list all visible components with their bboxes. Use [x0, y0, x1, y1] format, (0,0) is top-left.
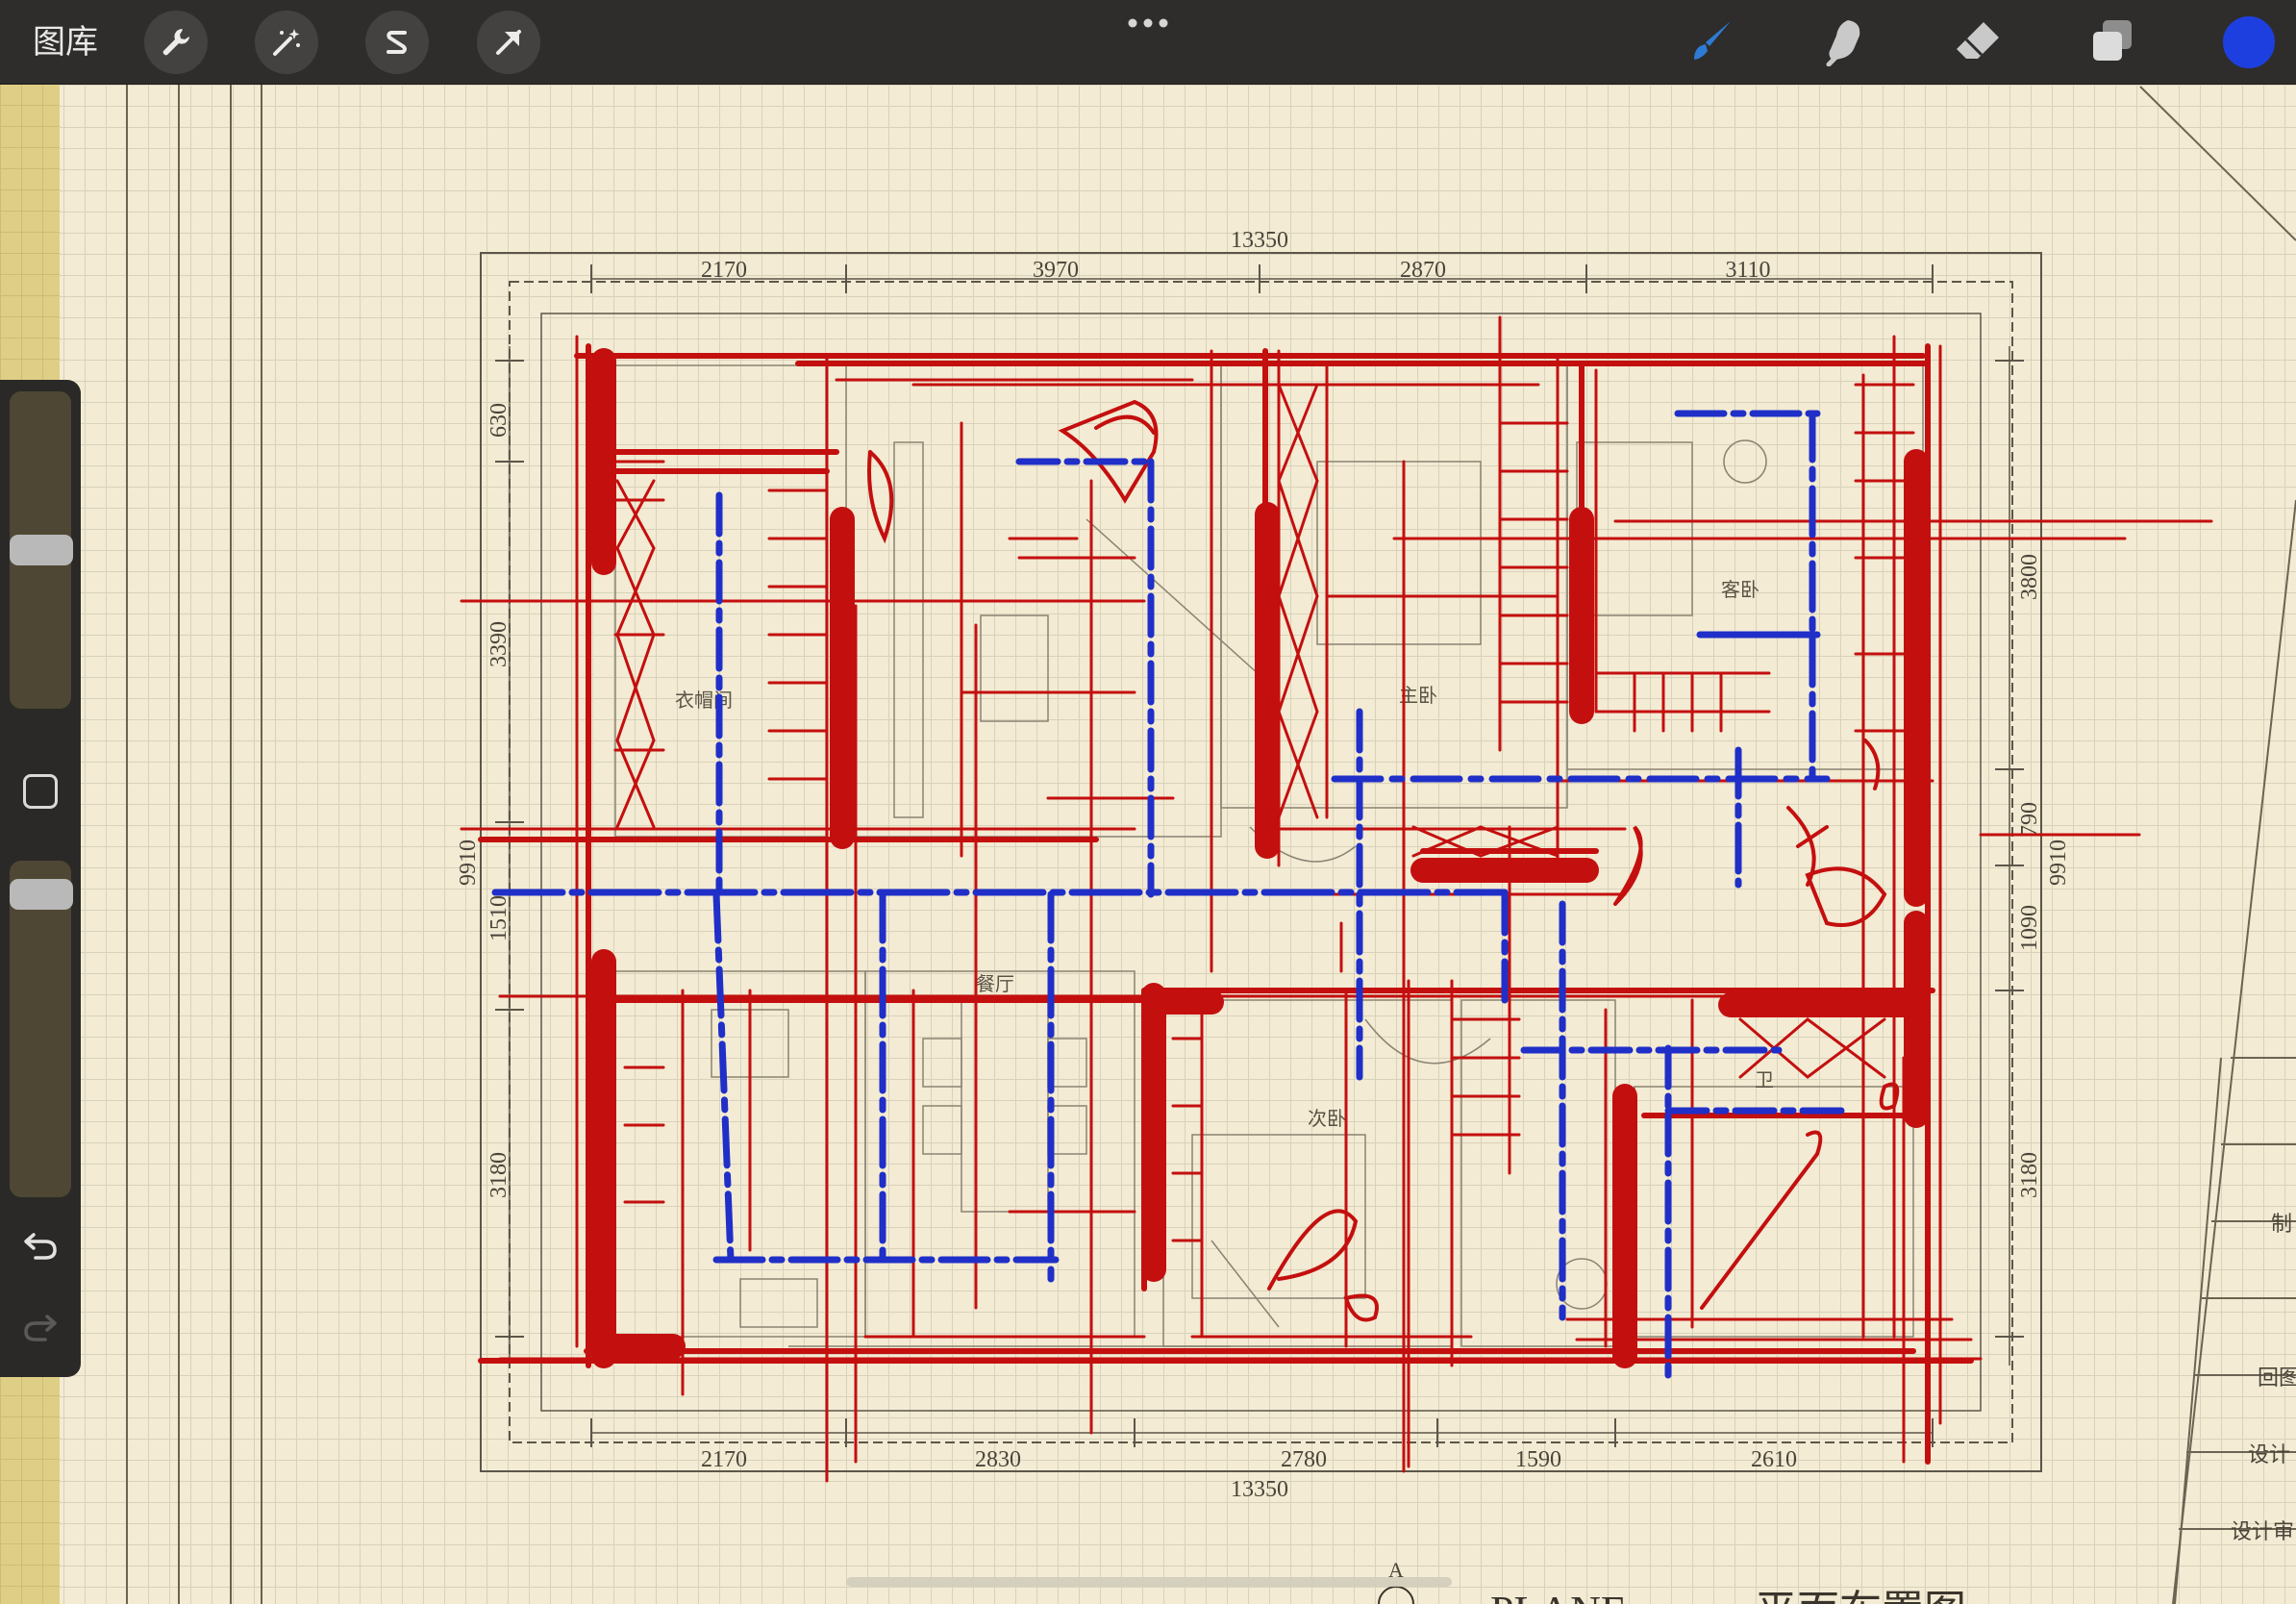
opacity-slider[interactable] — [10, 861, 71, 1197]
opacity-thumb[interactable] — [10, 879, 73, 911]
dim-bottom-1: 2170 — [701, 1447, 747, 1472]
actions-button[interactable] — [144, 11, 208, 74]
room-label-second: 次卧 — [1308, 1108, 1346, 1130]
smudge-finger-icon — [1826, 20, 1860, 66]
dim-right-4: 3180 — [2017, 1152, 2042, 1198]
square-icon[interactable] — [23, 774, 58, 809]
ellipsis-icon[interactable] — [1125, 13, 1171, 33]
drawing-canvas[interactable]: 13350 2170 3970 2870 3110 2170 2830 2780… — [0, 0, 2296, 1604]
dim-top-4: 3110 — [1725, 258, 1770, 283]
paintbrush-icon — [1694, 21, 1731, 60]
dim-top-1: 2170 — [701, 258, 747, 283]
undo-button[interactable] — [19, 1224, 62, 1266]
dim-bottom-total: 13350 — [1231, 1477, 1288, 1502]
selection-s-icon — [387, 31, 407, 54]
blue-ink-strokes — [491, 410, 1855, 1379]
dim-left-3: 1510 — [487, 895, 512, 941]
undo-arrow-icon — [24, 1233, 57, 1260]
plan-title-block: A PLANE 平面布置图 — [1378, 1558, 1966, 1604]
red-ink-strokes — [460, 315, 2213, 1483]
brush-size-thumb[interactable] — [10, 535, 73, 565]
layers-icon — [2093, 20, 2132, 61]
left-sidebar — [0, 380, 81, 1377]
dim-top-2: 3970 — [1033, 258, 1079, 283]
title-block-rows: 制 回图 设计 设计审 — [2231, 1212, 2296, 1543]
smudge-tool-button[interactable] — [1816, 13, 1872, 69]
dim-top-total: 13350 — [1231, 228, 1288, 253]
arrow-cursor-icon — [496, 30, 521, 55]
title-block-row-3: 设计 — [2248, 1442, 2290, 1466]
dim-left-1: 630 — [487, 403, 512, 438]
room-label-dining: 餐厅 — [976, 973, 1014, 995]
plan-title: 平面布置图 — [1755, 1588, 1966, 1604]
room-label-bath: 卫 — [1755, 1070, 1774, 1091]
layers-button[interactable] — [2084, 13, 2140, 69]
plan-label-en: PLANE — [1490, 1588, 1627, 1604]
selection-button[interactable] — [365, 11, 429, 74]
dim-right-1: 3800 — [2017, 554, 2042, 600]
dim-left-4: 3180 — [487, 1152, 512, 1198]
room-label-guest: 客卧 — [1721, 579, 1759, 601]
color-swatch-icon[interactable] — [2220, 13, 2278, 71]
title-block-row-2: 回图 — [2258, 1366, 2296, 1390]
room-label-closet: 衣帽间 — [675, 689, 733, 712]
dim-bottom-3: 2780 — [1281, 1447, 1327, 1472]
dim-bottom-4: 1590 — [1515, 1447, 1561, 1472]
dim-left-total: 9910 — [456, 840, 481, 886]
magic-wand-icon — [273, 29, 300, 56]
dim-bottom-2: 2830 — [975, 1447, 1021, 1472]
dim-left-2: 3390 — [487, 621, 512, 667]
brush-tool-button[interactable] — [1684, 13, 1739, 69]
title-block-row-1: 制 — [2271, 1212, 2292, 1236]
adjustments-button[interactable] — [255, 11, 318, 74]
title-block-row-4: 设计审 — [2231, 1519, 2294, 1543]
floor-plan-drawing: 13350 2170 3970 2870 3110 2170 2830 2780… — [126, 84, 2296, 1604]
transform-button[interactable] — [477, 11, 540, 74]
dim-bottom-5: 2610 — [1751, 1447, 1797, 1472]
home-indicator[interactable] — [846, 1577, 1452, 1587]
gallery-button[interactable]: 图库 — [33, 21, 98, 63]
dim-top-3: 2870 — [1400, 258, 1446, 283]
eraser-icon — [1957, 22, 1999, 59]
dim-right-total: 9910 — [2046, 840, 2071, 886]
top-toolbar: 图库 — [0, 0, 2296, 84]
wrench-icon — [162, 29, 189, 56]
redo-button[interactable] — [19, 1306, 62, 1348]
redo-arrow-icon — [24, 1315, 57, 1341]
dim-right-3: 1090 — [2017, 905, 2042, 951]
eraser-tool-button[interactable] — [1950, 13, 2006, 69]
dim-right-2: 790 — [2017, 802, 2042, 837]
